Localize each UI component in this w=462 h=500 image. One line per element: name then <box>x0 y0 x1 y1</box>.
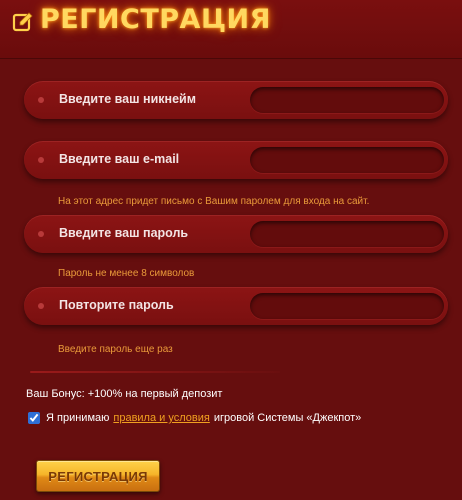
terms-prefix: Я принимаю <box>46 412 110 424</box>
page-header: РЕГИСТРАЦИЯ <box>0 0 462 58</box>
terms-checkbox[interactable] <box>28 412 40 424</box>
bullet-icon <box>38 231 44 237</box>
confirm-password-hint: Введите пароль еще раз <box>58 344 173 355</box>
bonus-text: Ваш Бонус: +100% на первый депозит <box>26 388 223 400</box>
password-label: Введите ваш пароль <box>59 226 189 240</box>
terms-suffix: игровой Системы «Джекпот» <box>213 412 362 424</box>
password-hint: Пароль не менее 8 символов <box>58 268 195 279</box>
confirm-password-label: Повторите пароль <box>59 298 174 312</box>
nickname-field: Введите ваш никнейм <box>24 81 448 119</box>
nickname-label: Введите ваш никнейм <box>59 92 196 106</box>
email-field: Введите ваш e-mail <box>24 141 448 179</box>
password-input[interactable] <box>250 221 444 247</box>
confirm-password-field: Повторите пароль <box>24 287 448 325</box>
nickname-input[interactable] <box>250 87 444 113</box>
bullet-icon <box>38 97 44 103</box>
page-title: РЕГИСТРАЦИЯ <box>40 4 271 35</box>
password-field: Введите ваш пароль <box>24 215 448 253</box>
register-button[interactable]: РЕГИСТРАЦИЯ <box>36 460 160 492</box>
terms-agreement: Я принимаю правила и условия игровой Сис… <box>28 412 361 424</box>
confirm-password-input[interactable] <box>250 293 444 319</box>
email-input[interactable] <box>250 147 444 173</box>
email-hint: На этот адрес придет письмо с Вашим паро… <box>58 196 370 207</box>
email-label: Введите ваш e-mail <box>59 152 180 166</box>
registration-panel <box>0 58 462 500</box>
terms-link[interactable]: правила и условия <box>113 412 209 424</box>
bullet-icon <box>38 157 44 163</box>
bullet-icon <box>38 303 44 309</box>
divider <box>30 371 280 373</box>
edit-icon <box>12 12 33 32</box>
